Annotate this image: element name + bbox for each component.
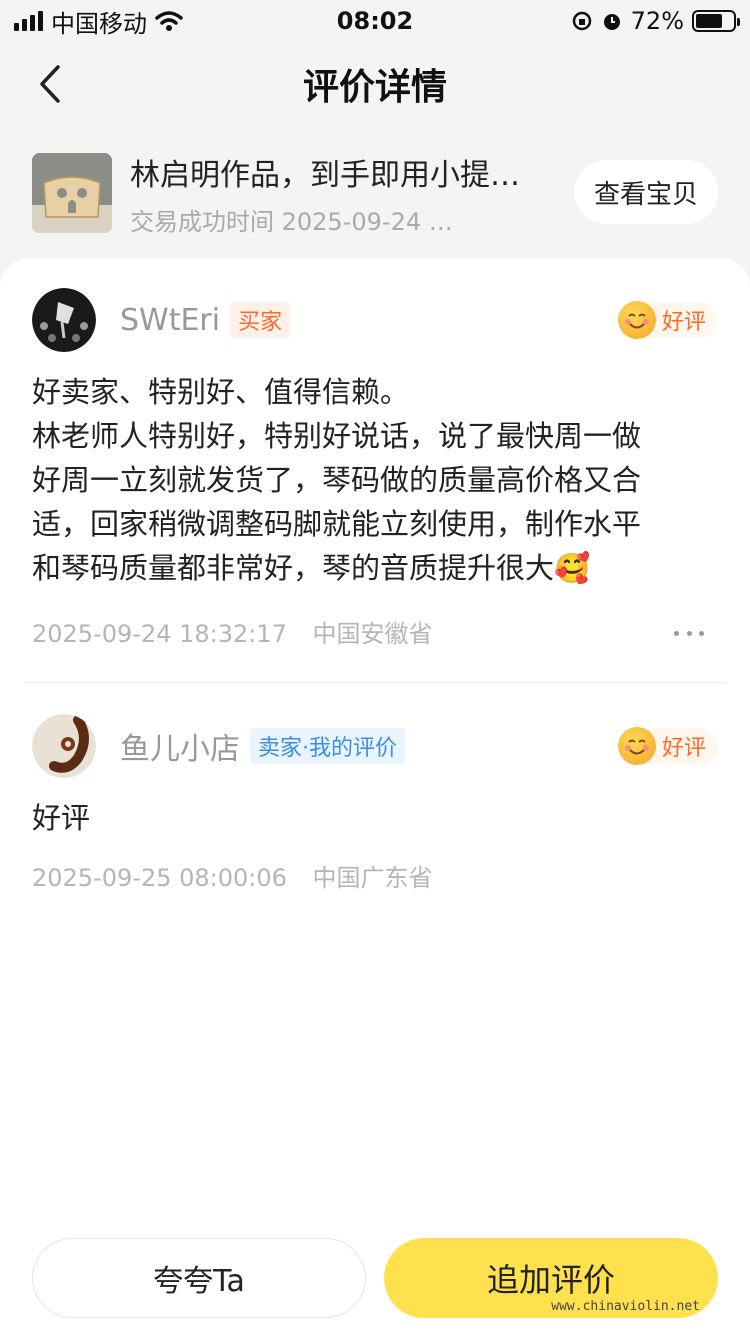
carrier-label: 中国移动 (51, 9, 147, 38)
product-thumbnail[interactable] (32, 153, 112, 233)
rating-badge: 好评 (617, 301, 718, 339)
avatar[interactable] (32, 714, 96, 778)
more-icon[interactable] (674, 628, 704, 638)
review-line: 好周一立刻就发货了，琴码做的质量高价格又合 (32, 463, 642, 497)
user-name[interactable]: 鱼儿小店 (120, 724, 240, 768)
battery-fill (696, 14, 722, 28)
product-row[interactable]: 林启明作品，到手即用小提… 交易成功时间 2025-09-24 … 查看宝贝 (0, 138, 750, 248)
review-location: 中国广东省 (312, 864, 433, 892)
review-line: 林老师人特别好，特别好说话，说了最快周一做 (32, 419, 642, 453)
chevron-left-icon (40, 65, 60, 103)
nav-bar: 评价详情 (0, 42, 750, 126)
view-item-button[interactable]: 查看宝贝 (574, 160, 718, 224)
review-time: 2025-09-24 18:32:17 (32, 620, 287, 648)
buyer-tag: 买家 (230, 302, 291, 338)
reviews-card: SWtEri 买家 好评 好卖家、特别好、值得信赖。 林老师人特别好，特别好说话… (0, 258, 750, 1334)
rating-label: 好评 (661, 310, 706, 335)
rating-badge: 好评 (617, 727, 718, 765)
review-meta: 2025-09-25 08:00:06 中国广东省 (32, 858, 433, 893)
seller-tag: 卖家·我的评价 (250, 728, 405, 764)
review-line: 适，回家稍微调整码脚就能立刻使用，制作水平 (32, 507, 642, 541)
review-item: 鱼儿小店 卖家·我的评价 好评 好评 2025-09-25 08:00:06 中… (32, 714, 718, 904)
orientation-lock-icon (572, 11, 591, 31)
smiley-face-icon (617, 301, 656, 339)
review-location: 中国安徽省 (312, 620, 433, 648)
page-title: 评价详情 (302, 67, 447, 108)
battery-icon (692, 10, 740, 32)
signal-icon (14, 11, 43, 31)
status-right: 72% (571, 7, 740, 35)
avatar[interactable] (32, 288, 96, 352)
product-info: 林启明作品，到手即用小提… 交易成功时间 2025-09-24 … (130, 150, 550, 237)
product-trade-time: 交易成功时间 2025-09-24 … (130, 207, 453, 236)
back-button[interactable] (28, 62, 72, 106)
alarm-icon (603, 14, 620, 30)
wifi-icon (155, 11, 183, 31)
status-bar: 中国移动 08:02 72% (0, 0, 750, 42)
product-title: 林启明作品，到手即用小提… (130, 157, 520, 193)
divider (24, 682, 726, 683)
review-item: SWtEri 买家 好评 好卖家、特别好、值得信赖。 林老师人特别好，特别好说话… (32, 288, 718, 648)
watermark: www.chinaviolin.net (551, 1299, 700, 1314)
user-line: SWtEri 买家 (120, 288, 291, 352)
user-name[interactable]: SWtEri (120, 303, 220, 338)
review-line: 和琴码质量都非常好，琴的音质提升很大🥰 (32, 551, 591, 585)
smiley-face-icon (617, 727, 656, 765)
praise-button[interactable]: 夸夸Ta (32, 1238, 366, 1318)
review-text: 好评 (32, 796, 718, 840)
review-text: 好卖家、特别好、值得信赖。 林老师人特别好，特别好说话，说了最快周一做 好周一立… (32, 370, 718, 590)
rating-label: 好评 (661, 736, 706, 761)
violin-bridge-image (32, 153, 112, 233)
user-line: 鱼儿小店 卖家·我的评价 (120, 714, 405, 778)
review-line: 好评 (32, 801, 91, 835)
review-line: 好卖家、特别好、值得信赖。 (32, 375, 410, 409)
status-left: 中国移动 (14, 4, 183, 39)
review-time: 2025-09-25 08:00:06 (32, 864, 287, 892)
battery-percent: 72% (630, 7, 684, 35)
review-meta: 2025-09-24 18:32:17 中国安徽省 (32, 614, 433, 649)
